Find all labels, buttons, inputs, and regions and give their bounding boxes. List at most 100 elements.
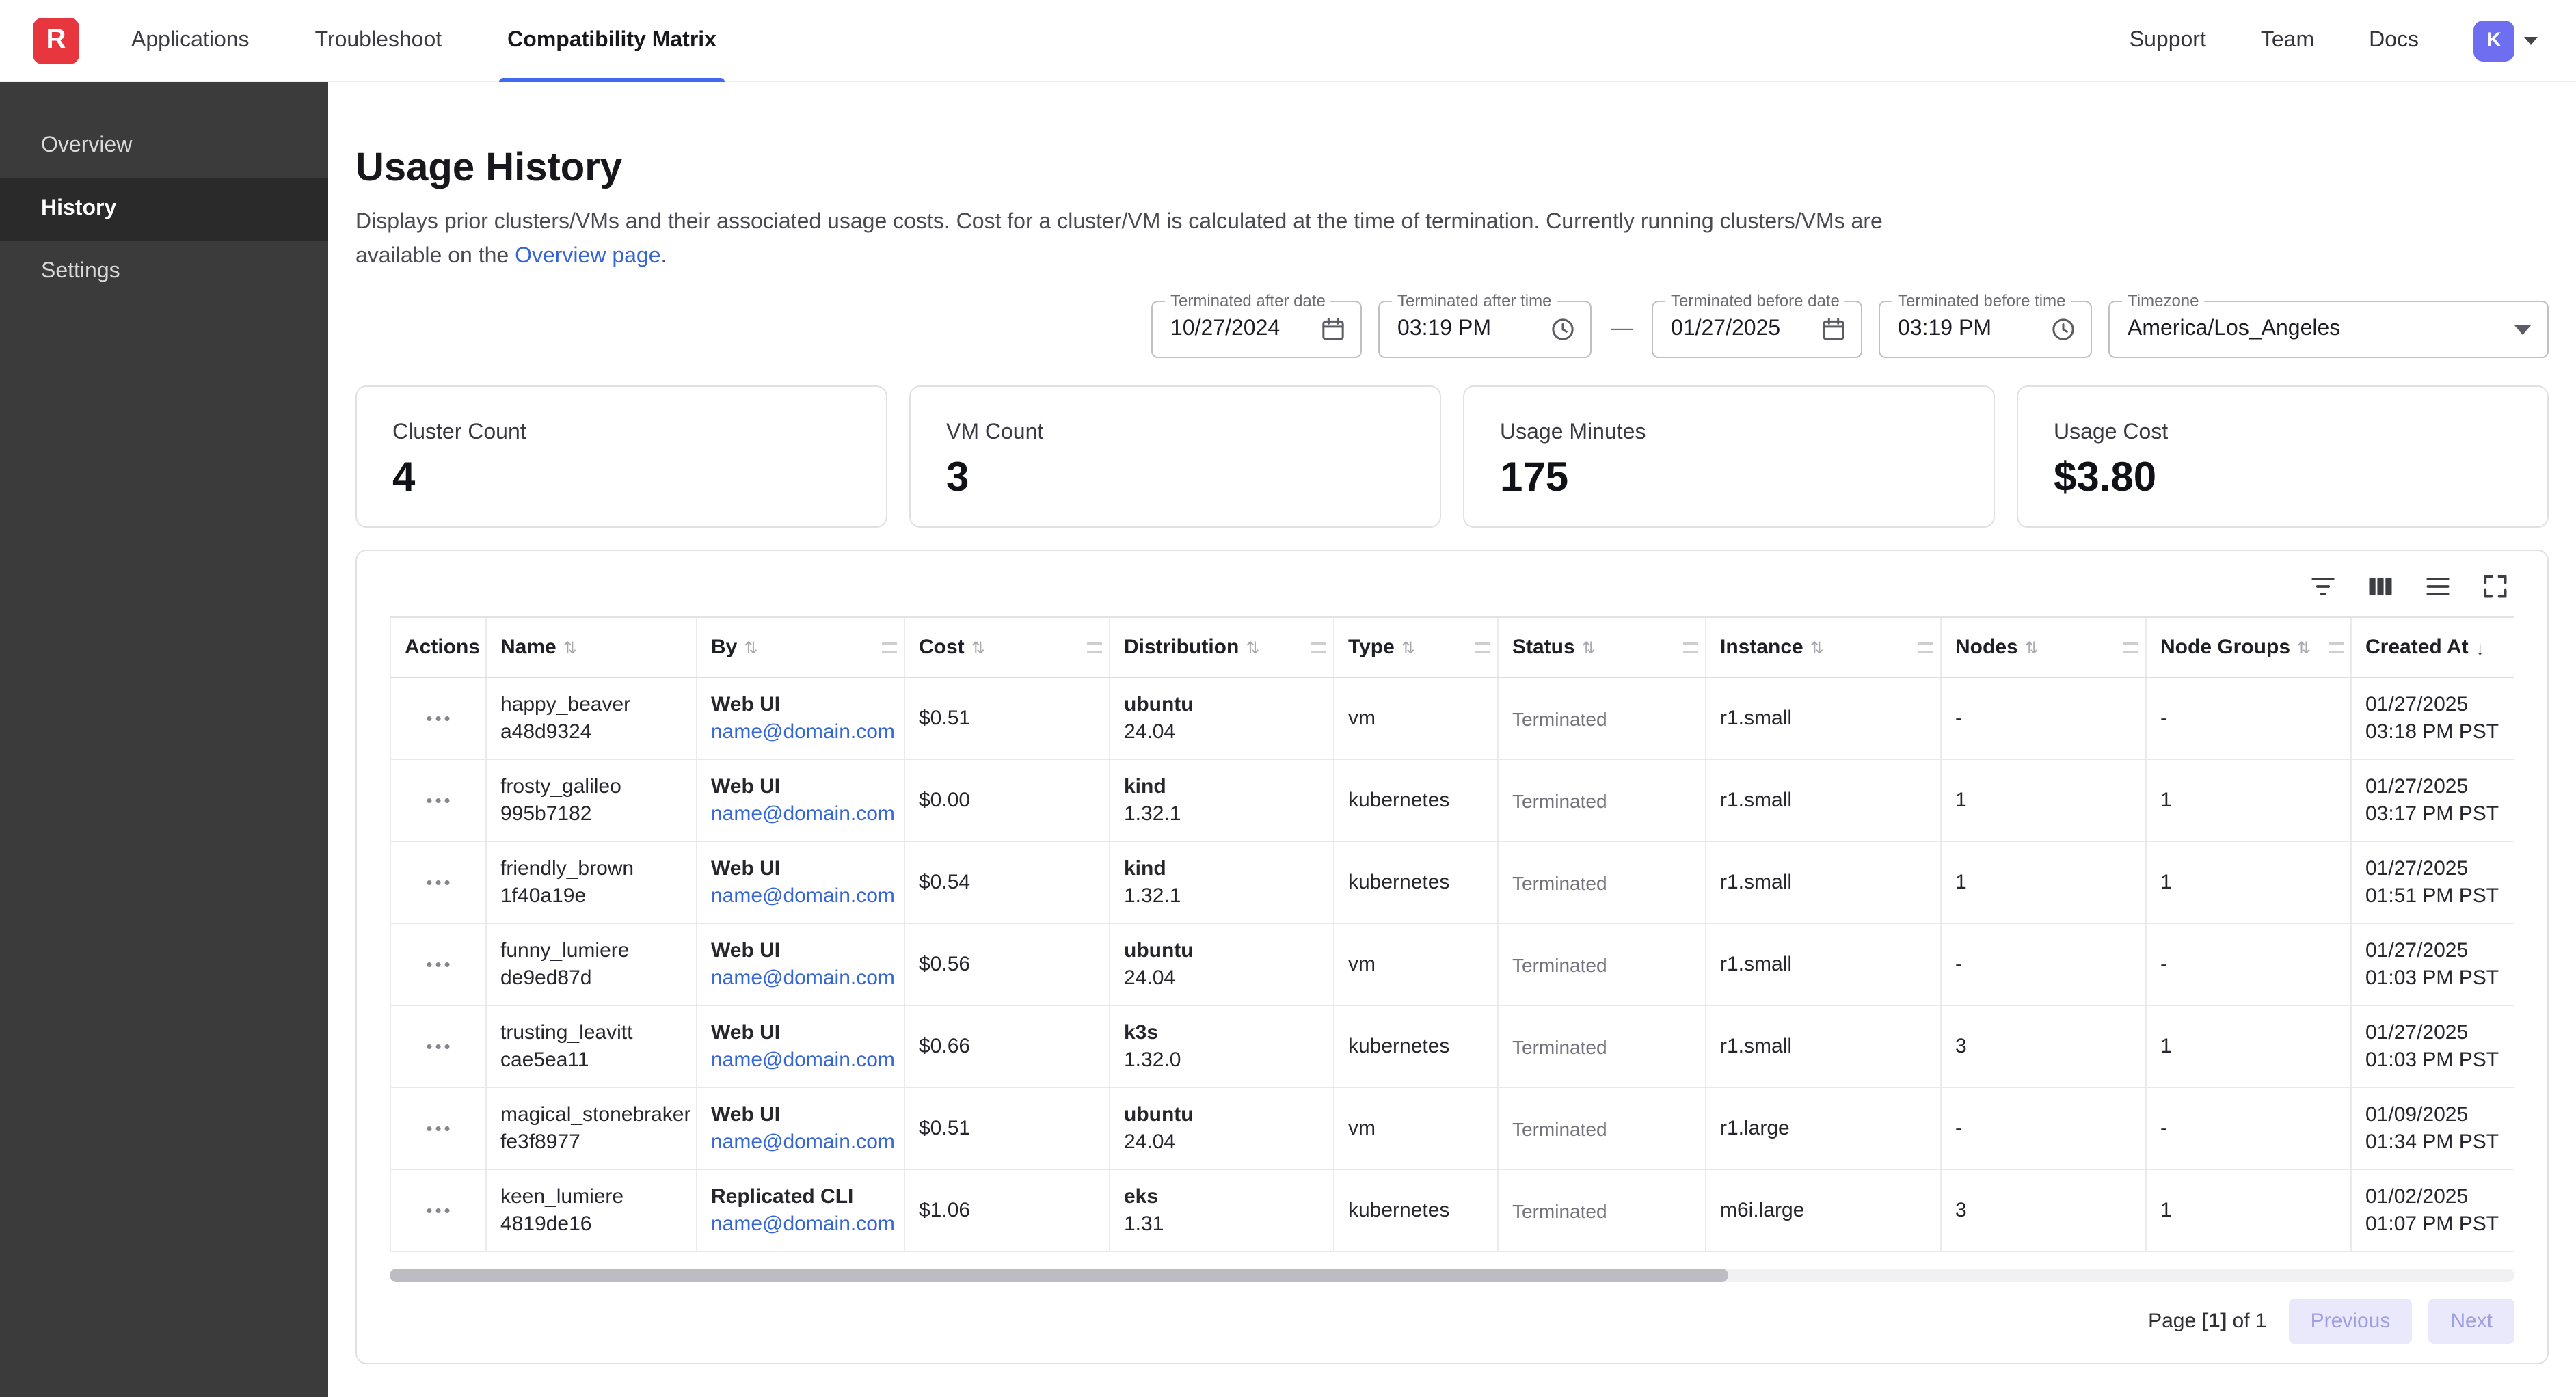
field-label: Timezone [2122,291,2205,310]
column-label: Nodes [1955,636,2018,659]
horizontal-scrollbar-track[interactable] [390,1269,2514,1282]
column-header-instance[interactable]: Instance⇅ [1706,618,1942,677]
horizontal-scrollbar-thumb[interactable] [390,1269,1728,1282]
column-header-by[interactable]: By⇅ [697,618,905,677]
cell-instance: r1.small [1706,924,1942,1005]
column-resize-handle-icon[interactable] [2329,642,2344,653]
user-menu[interactable]: K [2473,20,2538,61]
cluster-id: 1f40a19e [500,882,685,910]
cell-actions: ••• [391,924,487,1005]
column-resize-handle-icon[interactable] [882,642,897,653]
email-link[interactable]: name@domain.com [711,964,893,992]
column-header-cost[interactable]: Cost⇅ [905,618,1110,677]
sort-arrows-icon[interactable]: ⇅ [563,638,577,657]
sort-arrows-icon[interactable]: ⇅ [971,638,985,657]
node-groups-value: - [2160,951,2339,978]
column-resize-handle-icon[interactable] [1311,642,1326,653]
sort-arrows-icon[interactable]: ⇅ [1246,638,1259,657]
dropdown-arrow-icon[interactable] [2514,325,2531,334]
column-resize-handle-icon[interactable] [2123,642,2138,653]
cell-nodes: 3 [1942,1170,2147,1251]
sort-desc-icon[interactable]: ↓ [2476,636,2485,658]
calendar-icon[interactable] [1820,316,1847,343]
column-header-nodes[interactable]: Nodes ⇅ [1942,618,2147,677]
sort-arrows-icon[interactable]: ⇅ [1401,638,1415,657]
column-header-created-at[interactable]: Created At↓ [2352,618,2514,677]
sort-arrows-icon[interactable]: ⇅ [744,638,757,657]
avatar[interactable]: K [2473,20,2514,61]
cost-value: $0.51 [919,705,1098,732]
support-link[interactable]: Support [2130,28,2206,53]
column-header-name[interactable]: Name⇅ [487,618,697,677]
created-by: Web UI [711,937,893,964]
sidebar-item-overview[interactable]: Overview [0,115,328,178]
email-link[interactable]: name@domain.com [711,800,893,828]
nav-item-compatibility-matrix[interactable]: Compatibility Matrix [505,0,719,81]
row-actions-button[interactable]: ••• [420,868,458,897]
sidebar-item-settings[interactable]: Settings [0,241,328,303]
cell-actions: ••• [391,842,487,923]
sort-arrows-icon[interactable]: ⇅ [2025,638,2039,657]
filter-icon[interactable] [2307,570,2339,603]
cell-status: Terminated [1499,1088,1706,1169]
column-header-node-groups[interactable]: Node Groups⇅ [2147,618,2352,677]
replicated-logo[interactable]: R [33,17,79,64]
terminated-before-date-field[interactable]: Terminated before date 01/27/2025 [1652,301,1862,358]
email-link[interactable]: name@domain.com [711,1046,893,1074]
row-actions-button[interactable]: ••• [420,1196,458,1225]
page-total: of 1 [2233,1310,2267,1333]
team-link[interactable]: Team [2261,28,2314,53]
next-button[interactable]: Next [2428,1299,2514,1344]
column-header-type[interactable]: Type⇅ [1334,618,1499,677]
sort-arrows-icon[interactable]: ⇅ [1810,638,1824,657]
density-icon[interactable] [2421,570,2454,603]
columns-icon[interactable] [2364,570,2397,603]
cell-status: Terminated [1499,1006,1706,1087]
nav-item-troubleshoot[interactable]: Troubleshoot [312,0,445,81]
docs-link[interactable]: Docs [2369,28,2419,53]
row-actions-button[interactable]: ••• [420,786,458,815]
overview-page-link[interactable]: Overview page [515,245,660,268]
clock-icon[interactable] [2050,316,2077,343]
created-by: Web UI [711,1019,893,1046]
column-resize-handle-icon[interactable] [1918,642,1933,653]
terminated-after-date-field[interactable]: Terminated after date 10/27/2024 [1151,301,1362,358]
fullscreen-icon[interactable] [2479,570,2512,603]
nav-label: Troubleshoot [315,28,442,53]
calendar-icon[interactable] [1319,316,1347,343]
stat-card-usage-cost: Usage Cost $3.80 [2017,385,2549,528]
column-header-distribution[interactable]: Distribution⇅ [1110,618,1334,677]
sidebar-item-history[interactable]: History [0,178,328,241]
email-link[interactable]: name@domain.com [711,718,893,746]
previous-button[interactable]: Previous [2289,1299,2413,1344]
row-actions-button[interactable]: ••• [420,1032,458,1061]
terminated-before-time-field[interactable]: Terminated before time 03:19 PM [1879,301,2092,358]
row-actions-button[interactable]: ••• [420,1114,458,1143]
row-actions-button[interactable]: ••• [420,950,458,979]
nav-item-applications[interactable]: Applications [129,0,252,81]
column-resize-handle-icon[interactable] [1087,642,1102,653]
cell-created-at: 01/02/202501:07 PM PST [2352,1170,2514,1251]
column-resize-handle-icon[interactable] [1683,642,1698,653]
timezone-select[interactable]: Timezone America/Los_Angeles [2108,301,2549,358]
terminated-after-time-field[interactable]: Terminated after time 03:19 PM [1378,301,1592,358]
clock-icon[interactable] [1549,316,1577,343]
email-link[interactable]: name@domain.com [711,882,893,910]
stat-cards: Cluster Count 4 VM Count 3 Usage Minutes… [355,385,2549,528]
sort-arrows-icon[interactable]: ⇅ [2297,638,2311,657]
cell-name: keen_lumiere4819de16 [487,1170,697,1251]
cell-cost: $0.56 [905,924,1110,1005]
column-header-status[interactable]: Status⇅ [1499,618,1706,677]
created-time: 01:03 PM PST [2365,1046,2504,1074]
email-link[interactable]: name@domain.com [711,1210,893,1238]
column-resize-handle-icon[interactable] [1475,642,1490,653]
sort-arrows-icon[interactable]: ⇅ [1582,638,1596,657]
cell-created-at: 01/27/202501:03 PM PST [2352,924,2514,1005]
column-header-actions[interactable]: Actions [391,618,487,677]
cell-status: Terminated [1499,678,1706,759]
sidebar-item-label: History [41,197,116,221]
cell-cost: $0.66 [905,1006,1110,1087]
chevron-down-icon[interactable] [2524,36,2538,44]
email-link[interactable]: name@domain.com [711,1128,893,1156]
row-actions-button[interactable]: ••• [420,704,458,733]
